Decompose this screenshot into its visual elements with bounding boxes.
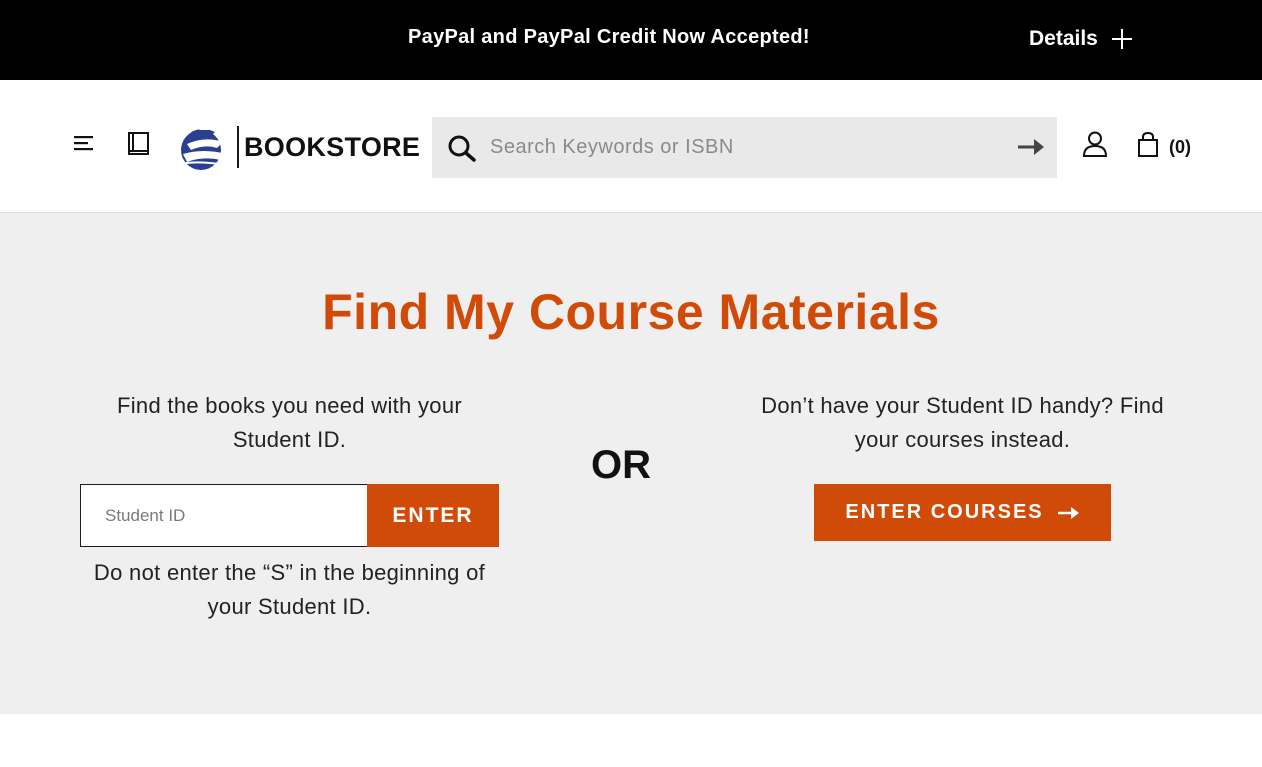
enter-button[interactable]: ENTER <box>367 484 499 547</box>
student-id-note: Do not enter the “S” in the beginning of… <box>93 560 486 619</box>
cart-count: (0) <box>1169 136 1191 157</box>
student-id-description: Find the books you need with your Studen… <box>117 393 462 452</box>
or-divider-label: OR <box>591 443 651 487</box>
search-submit-arrow-icon[interactable] <box>1017 136 1045 158</box>
promo-details-button[interactable]: Details <box>1029 24 1132 54</box>
hamburger-menu-icon[interactable] <box>74 135 96 155</box>
bookstore-logo[interactable]: BOOKSTORE <box>177 122 420 172</box>
search-icon <box>448 135 476 162</box>
course-materials-section: Find My Course Materials Find the books … <box>0 213 1262 714</box>
page-title: Find My Course Materials <box>322 284 940 340</box>
cart-button[interactable]: (0) <box>1137 131 1191 159</box>
arrow-right-icon <box>1057 506 1079 519</box>
shopping-bag-icon <box>1138 132 1158 157</box>
promo-text: PayPal and PayPal Credit Now Accepted! <box>408 26 810 48</box>
promo-banner: PayPal and PayPal Credit Now Accepted! D… <box>0 0 1262 80</box>
ship-logo-icon <box>180 124 230 170</box>
courses-description: Don’t have your Student ID handy? Find y… <box>761 393 1164 452</box>
logo-divider <box>237 126 239 168</box>
promo-details-label: Details <box>1029 27 1098 50</box>
search-input[interactable] <box>490 117 990 178</box>
logo-text: BOOKSTORE <box>244 131 421 162</box>
site-header: BOOKSTORE (0) <box>0 80 1262 213</box>
user-icon[interactable] <box>1083 131 1107 157</box>
plus-icon <box>1111 29 1132 49</box>
enter-courses-button[interactable]: ENTER COURSES <box>814 484 1111 541</box>
student-id-input[interactable] <box>80 484 368 547</box>
enter-courses-label: ENTER COURSES <box>845 501 1044 523</box>
search-bar <box>432 117 1057 178</box>
book-icon[interactable] <box>128 132 150 156</box>
